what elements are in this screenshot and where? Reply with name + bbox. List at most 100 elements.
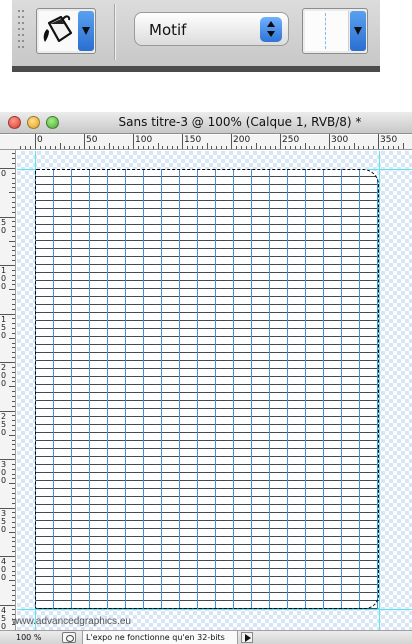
ruler-label: 250 [282, 135, 300, 145]
pattern-dropdown[interactable] [350, 11, 366, 51]
ruler-tick [12, 303, 15, 305]
status-info-icon[interactable] [62, 632, 76, 643]
ruler-tick [12, 497, 15, 499]
ruler-label: 200 [1, 363, 7, 388]
ruler-tick [12, 546, 15, 548]
ruler-tick [333, 146, 335, 149]
ruler-tick [9, 386, 15, 388]
horizontal-ruler[interactable]: 0 50 100 150 200 250 300 350 [0, 134, 412, 150]
options-bar: Motif [12, 0, 380, 72]
ruler-tick [167, 146, 169, 149]
ruler-tick [59, 143, 61, 149]
options-bar-grip[interactable] [16, 6, 30, 58]
ruler-tick [299, 146, 301, 149]
ruler-tick [324, 146, 326, 149]
ruler-tick [12, 235, 15, 237]
ruler-tick [12, 449, 15, 451]
ruler-tick [12, 357, 15, 359]
canvas[interactable] [17, 151, 412, 630]
vertical-ruler[interactable]: 0 50 100 150 200 250 300 350 400 450 [0, 150, 16, 630]
ruler-tick [12, 347, 15, 349]
ruler-tick [255, 143, 257, 149]
ruler-label: 150 [1, 314, 7, 340]
ruler-tick [177, 146, 179, 149]
ruler-label: 50 [1, 217, 7, 235]
ruler-label: 400 [1, 557, 7, 582]
document-window: Sans titre-3 @ 100% (Calque 1, RVB/8) * … [0, 112, 412, 644]
ruler-tick [12, 308, 15, 310]
minimize-button[interactable] [27, 116, 40, 129]
ruler-tick [12, 250, 15, 252]
ruler-tick [12, 575, 15, 577]
ruler-tick [368, 146, 370, 149]
ruler-tick [338, 146, 340, 149]
ruler-tick [284, 146, 286, 149]
guide-line[interactable] [17, 609, 412, 610]
zoom-button[interactable] [46, 116, 59, 129]
ruler-tick [353, 143, 355, 149]
title-bar[interactable]: Sans titre-3 @ 100% (Calque 1, RVB/8) * [0, 112, 412, 134]
ruler-tick [231, 134, 232, 149]
fill-source-select[interactable]: Motif [134, 12, 289, 46]
pattern-picker[interactable] [302, 8, 368, 54]
ruler-tick [39, 146, 41, 149]
ruler-tick [314, 146, 316, 149]
ruler-tick [392, 146, 394, 149]
ruler-tick [9, 483, 15, 485]
ruler-tick [275, 146, 277, 149]
ruler-tick [108, 143, 110, 149]
ruler-tick [221, 146, 223, 149]
ruler-label: 0 [37, 135, 43, 145]
ruler-tick [216, 146, 218, 149]
close-button[interactable] [8, 116, 21, 129]
ruler-tick [397, 146, 399, 149]
ruler-tick [201, 146, 203, 149]
ruler-tick [12, 478, 15, 480]
ruler-tick [12, 187, 15, 189]
ruler-tick [12, 371, 15, 373]
ruler-tick [196, 146, 198, 149]
zoom-level-field[interactable]: 100 % [2, 632, 54, 644]
ruler-tick [69, 146, 71, 149]
tool-preset-dropdown[interactable] [78, 11, 94, 51]
pattern-swatch-icon [305, 11, 349, 51]
ruler-tick [35, 134, 36, 149]
ruler-tick [265, 146, 267, 149]
ruler-tick [402, 143, 404, 149]
ruler-tick [12, 425, 15, 427]
ruler-tick [191, 146, 193, 149]
ruler-tick [12, 163, 15, 165]
ruler-tick [12, 298, 15, 300]
ruler-tick [137, 146, 139, 149]
ruler-tick [9, 192, 15, 194]
ruler-tick [363, 146, 365, 149]
ruler-tick [12, 512, 15, 514]
ruler-tick [182, 134, 183, 149]
ruler-tick [309, 146, 311, 149]
ruler-tick [12, 439, 15, 441]
ruler-tick [103, 146, 105, 149]
guide-line[interactable] [379, 151, 380, 630]
ruler-label: 350 [1, 508, 7, 534]
ruler-tick [9, 289, 15, 291]
status-menu-arrow-icon[interactable] [241, 632, 253, 643]
ruler-tick [12, 565, 15, 567]
ruler-tick [113, 146, 115, 149]
ruler-tick [12, 376, 15, 378]
ruler-tick [12, 332, 15, 334]
ruler-tick [250, 146, 252, 149]
fill-source-stepper-icon[interactable] [260, 17, 282, 42]
tool-preset-picker[interactable] [36, 8, 96, 54]
ruler-tick [12, 560, 15, 562]
ruler-tick [270, 146, 272, 149]
ruler-label: 250 [1, 411, 7, 437]
ruler-tick [118, 146, 120, 149]
ruler-tick [329, 134, 330, 149]
ruler-tick [12, 211, 15, 213]
ruler-label: 0 [1, 169, 7, 178]
ruler-tick [12, 570, 15, 572]
ruler-tick [44, 146, 46, 149]
ruler-tick [12, 260, 15, 262]
ruler-tick [12, 294, 15, 296]
ruler-tick [12, 323, 15, 325]
